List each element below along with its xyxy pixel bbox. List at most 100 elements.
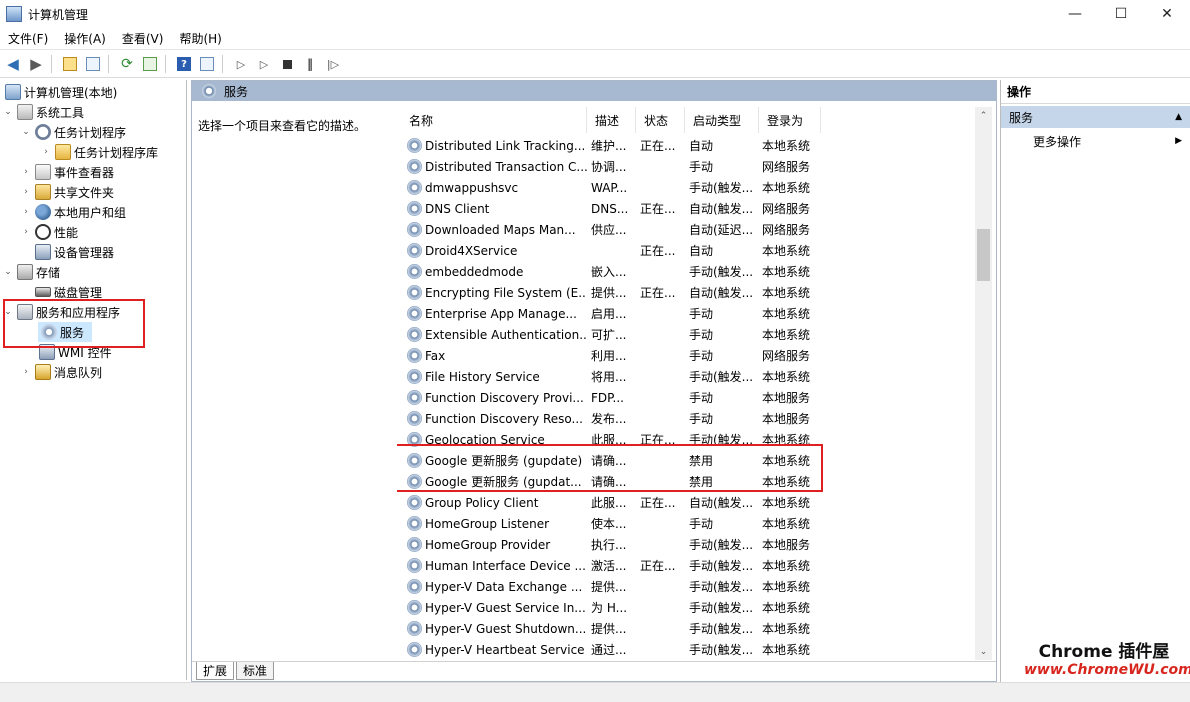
cell-desc: 通过... — [591, 639, 637, 660]
table-row[interactable]: DNS Client DNS... 正在... 自动(触发... 网络服务 — [397, 198, 977, 219]
table-row[interactable]: Encrypting File System (E... 提供... 正在... 自动… — [397, 282, 977, 303]
chevron-right-icon[interactable]: › — [20, 167, 32, 177]
properties-icon[interactable] — [197, 54, 217, 74]
scroll-down-icon[interactable]: ⌄ — [975, 643, 992, 660]
table-row[interactable]: embeddedmode 嵌入... 手动(触发... 本地系统 — [397, 261, 977, 282]
chevron-right-icon[interactable]: › — [20, 207, 32, 217]
chevron-right-icon[interactable]: › — [20, 227, 32, 237]
back-icon[interactable]: ◀ — [3, 54, 23, 74]
up-folder-icon[interactable] — [60, 54, 80, 74]
table-row[interactable]: Hyper-V Guest Shutdown... 提供... 手动(触发... 本地… — [397, 618, 977, 639]
chevron-down-icon[interactable]: ⌄ — [2, 107, 14, 117]
show-hide-tree-icon[interactable] — [83, 54, 103, 74]
table-row[interactable]: Enterprise App Manage... 启用... 手动 本地系统 — [397, 303, 977, 324]
table-row[interactable]: Human Interface Device ... 激活... 正在... 手动(触… — [397, 555, 977, 576]
table-row[interactable]: Hyper-V Guest Service In... 为 H... 手动(触发..… — [397, 597, 977, 618]
refresh-icon[interactable]: ⟳ — [117, 54, 137, 74]
tab-extended[interactable]: 扩展 — [196, 662, 235, 680]
table-row[interactable]: Droid4XService 正在... 自动 本地系统 — [397, 240, 977, 261]
table-row[interactable]: Distributed Transaction C... 协调... 手动 网络服务 — [397, 156, 977, 177]
table-row[interactable]: Geolocation Service 此服... 正在... 手动(触发... 本地系… — [397, 429, 977, 450]
stop-service-icon[interactable] — [277, 54, 297, 74]
restart-service-icon[interactable]: |▷ — [323, 54, 343, 74]
service-gear-icon — [407, 600, 422, 615]
table-row[interactable]: Group Policy Client 此服... 正在... 自动(触发... 本地系… — [397, 492, 977, 513]
tree-label: 计算机管理(本地) — [24, 85, 118, 100]
cell-text: 正在... — [640, 433, 676, 447]
tree-item-disk-management[interactable]: 磁盘管理 — [32, 282, 102, 302]
tree-item-wmi[interactable]: WMI 控件 — [36, 342, 112, 362]
minimize-button[interactable]: — — [1052, 0, 1098, 28]
table-row[interactable]: Function Discovery Provi... FDP... 手动 本地服务 — [397, 387, 977, 408]
actions-group-services[interactable]: 服务 ▲ — [1001, 106, 1190, 128]
column-name[interactable]: ^ 名称 — [401, 107, 587, 133]
cell-text: 手动 — [689, 160, 714, 174]
table-row[interactable]: File History Service 将用... 手动(触发... 本地系统 — [397, 366, 977, 387]
close-button[interactable]: ✕ — [1144, 0, 1190, 28]
column-logon-as[interactable]: 登录为 — [759, 107, 821, 133]
vertical-scrollbar[interactable]: ⌃ ⌄ — [975, 107, 992, 660]
column-label: 登录为 — [767, 113, 804, 128]
chevron-right-icon[interactable]: › — [40, 147, 52, 157]
tab-standard[interactable]: 标准 — [236, 662, 275, 680]
table-row[interactable]: Distributed Link Tracking... 维护... 正在... 自动… — [397, 135, 977, 156]
tree-item-task-scheduler[interactable]: ⌄ 任务计划程序 — [20, 122, 126, 142]
table-row[interactable]: Extensible Authentication... 可扩... 手动 本地系统 — [397, 324, 977, 345]
table-row[interactable]: Fax 利用... 手动 网络服务 — [397, 345, 977, 366]
cell-text: WAP... — [591, 180, 628, 195]
table-row[interactable]: Google 更新服务 (gupdat... 请确... 禁用 本地系统 — [397, 471, 977, 492]
tree-item-storage[interactable]: ⌄ 存储 — [2, 262, 60, 282]
tree-item-shared-folders[interactable]: › 共享文件夹 — [20, 182, 114, 202]
cell-status — [640, 366, 686, 387]
sort-ascending-icon: ^ — [493, 107, 501, 114]
tree-item-task-library[interactable]: › 任务计划程序库 — [40, 142, 158, 162]
tree-item-services[interactable]: 服务 — [38, 322, 93, 342]
column-status[interactable]: 状态 — [636, 107, 685, 133]
cell-status — [640, 471, 686, 492]
tree-item-device-manager[interactable]: 设备管理器 — [32, 242, 114, 262]
menu-view[interactable]: 查看(V) — [114, 30, 172, 47]
table-row[interactable]: Google 更新服务 (gupdate) 请确... 禁用 本地系统 — [397, 450, 977, 471]
table-row[interactable]: Hyper-V Heartbeat Service 通过... 手动(触发... 本地… — [397, 639, 977, 660]
table-row[interactable]: Function Discovery Reso... 发布... 手动 本地服务 — [397, 408, 977, 429]
help-icon[interactable]: ? — [174, 54, 194, 74]
service-gear-icon — [407, 495, 422, 510]
scroll-up-icon[interactable]: ⌃ — [975, 107, 992, 124]
cell-name: embeddedmode — [407, 261, 587, 282]
menu-file[interactable]: 文件(F) — [0, 30, 56, 47]
table-row[interactable]: HomeGroup Provider 执行... 手动(触发... 本地服务 — [397, 534, 977, 555]
pause-service-icon[interactable]: ‖ — [300, 54, 320, 74]
menu-help[interactable]: 帮助(H) — [171, 30, 229, 47]
chevron-right-icon[interactable]: › — [20, 367, 32, 377]
more-actions-item[interactable]: 更多操作 ▶ — [1001, 131, 1190, 151]
menu-action[interactable]: 操作(A) — [56, 30, 114, 47]
cell-text: 提供... — [591, 286, 627, 300]
tree-item-message-queue[interactable]: › 消息队列 — [20, 362, 102, 382]
cell-startup: 手动(触发... — [689, 618, 759, 639]
tree-item-root[interactable]: 计算机管理(本地) — [2, 82, 117, 102]
chevron-right-icon[interactable]: › — [20, 187, 32, 197]
tree-item-system-tools[interactable]: ⌄ 系统工具 — [2, 102, 84, 122]
start-service-alt-icon[interactable]: ▷ — [254, 54, 274, 74]
maximize-button[interactable]: ☐ — [1098, 0, 1144, 28]
column-description[interactable]: 描述 — [587, 107, 636, 133]
collapse-icon[interactable]: ▲ — [1175, 112, 1182, 122]
export-icon[interactable] — [140, 54, 160, 74]
chevron-down-icon[interactable]: ⌄ — [2, 307, 14, 317]
column-startup-type[interactable]: 启动类型 — [685, 107, 759, 133]
tree-item-services-apps[interactable]: ⌄ 服务和应用程序 — [2, 302, 120, 322]
tree-item-performance[interactable]: › 性能 — [20, 222, 78, 242]
tree-item-event-viewer[interactable]: › 事件查看器 — [20, 162, 114, 182]
forward-icon[interactable]: ▶ — [26, 54, 46, 74]
table-row[interactable]: Hyper-V Data Exchange ... 提供... 手动(触发... 本地… — [397, 576, 977, 597]
table-row[interactable]: dmwappushsvc WAP... 手动(触发... 本地系统 — [397, 177, 977, 198]
chevron-down-icon[interactable]: ⌄ — [20, 127, 32, 137]
table-row[interactable]: HomeGroup Listener 使本... 手动 本地系统 — [397, 513, 977, 534]
table-row[interactable]: Downloaded Maps Man... 供应... 自动(延迟... 网络服务 — [397, 219, 977, 240]
services-apps-icon — [17, 304, 33, 320]
chevron-down-icon[interactable]: ⌄ — [2, 267, 14, 277]
scroll-thumb[interactable] — [977, 229, 990, 281]
status-bar — [0, 682, 1190, 702]
tree-item-local-users[interactable]: › 本地用户和组 — [20, 202, 126, 222]
start-service-icon[interactable]: ▷ — [231, 54, 251, 74]
